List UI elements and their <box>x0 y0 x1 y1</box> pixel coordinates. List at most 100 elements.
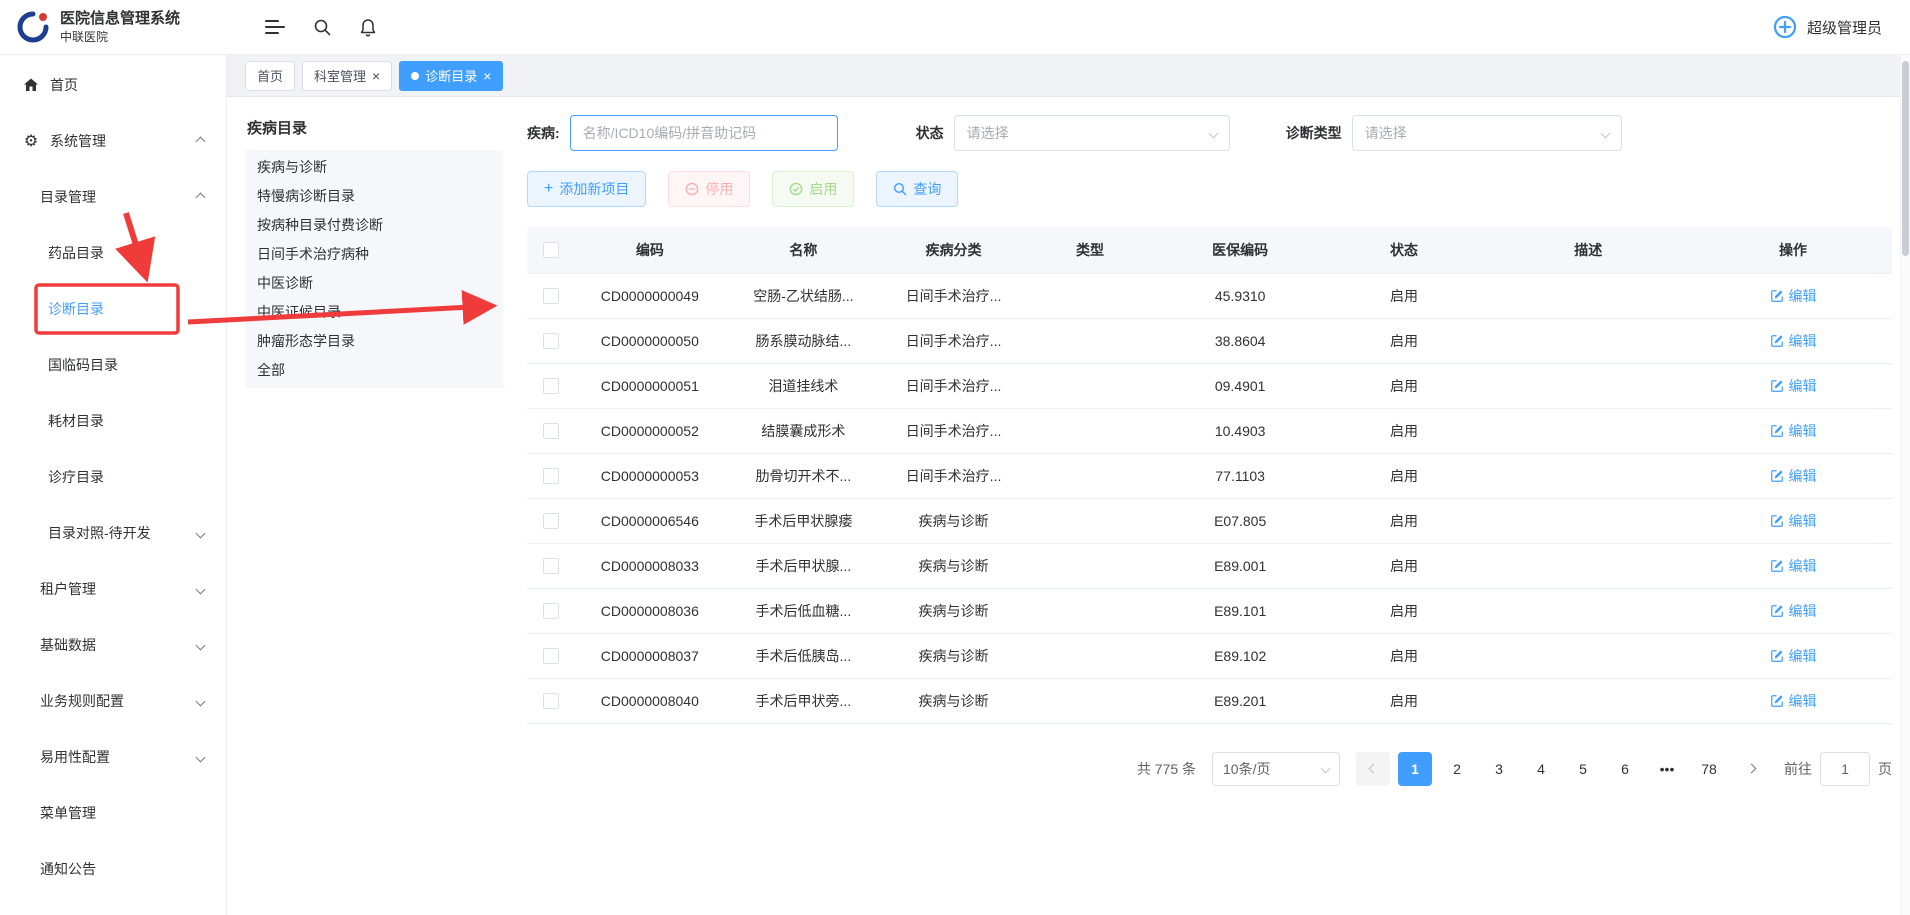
status-select[interactable]: 请选择 <box>954 115 1230 151</box>
menu-toggle-icon[interactable] <box>265 18 285 36</box>
edit-button[interactable]: 编辑 <box>1770 601 1817 621</box>
catalog-item[interactable]: 疾病与诊断 <box>245 153 503 182</box>
main-area: 首页 科室管理 × 诊断目录 × 疾病目录 疾病与诊断 特慢病诊断目录 按病种目… <box>227 55 1910 915</box>
select-all-checkbox[interactable] <box>543 242 559 258</box>
sidebar-item-home[interactable]: 首页 <box>0 57 226 113</box>
sidebar-item-label: 国临码目录 <box>48 355 118 375</box>
row-checkbox[interactable] <box>543 513 559 529</box>
disease-search-input[interactable] <box>570 115 838 151</box>
tab-diagnosis-catalog[interactable]: 诊断目录 × <box>399 61 503 91</box>
scrollbar-thumb[interactable] <box>1902 61 1909 256</box>
row-checkbox[interactable] <box>543 558 559 574</box>
row-checkbox[interactable] <box>543 693 559 709</box>
page-number-button[interactable]: 5 <box>1566 752 1600 786</box>
page-number-button[interactable]: 78 <box>1692 752 1726 786</box>
sidebar-item-tenant-management[interactable]: 租户管理 <box>0 561 226 617</box>
close-icon[interactable]: × <box>483 69 491 83</box>
table-row: CD0000000052结膜囊成形术日间手术治疗...10.4903启用编辑 <box>527 408 1892 453</box>
edit-button[interactable]: 编辑 <box>1770 691 1817 711</box>
table-row: CD0000000050肠系膜动脉结...日间手术治疗...38.8604启用编… <box>527 318 1892 363</box>
cell-status: 启用 <box>1325 453 1482 498</box>
prev-page-button[interactable] <box>1356 752 1390 786</box>
col-code: 编码 <box>575 227 725 273</box>
sidebar-item-label: 首页 <box>50 75 78 95</box>
catalog-item[interactable]: 按病种目录付费诊断 <box>245 211 503 240</box>
page-number-button[interactable]: 1 <box>1398 752 1432 786</box>
sidebar-item-catalog-mapping[interactable]: 目录对照-待开发 <box>0 505 226 561</box>
admin-menu[interactable]: 超级管理员 <box>1772 14 1882 40</box>
diagnosis-type-select[interactable]: 请选择 <box>1352 115 1622 151</box>
cell-code: CD0000000049 <box>575 273 725 318</box>
tab-department-management[interactable]: 科室管理 × <box>302 61 392 91</box>
edit-icon <box>1770 289 1784 303</box>
sidebar-item-label: 通知公告 <box>40 859 96 879</box>
row-checkbox[interactable] <box>543 378 559 394</box>
page-size-select[interactable]: 10条/页 <box>1212 752 1340 786</box>
sidebar-item-notice[interactable]: 通知公告 <box>0 841 226 897</box>
sidebar-item-label: 耗材目录 <box>48 411 104 431</box>
scrollbar-track[interactable] <box>1900 55 1910 915</box>
row-checkbox[interactable] <box>543 333 559 349</box>
sidebar-item-catalog-management[interactable]: 目录管理 <box>0 169 226 225</box>
bell-icon[interactable] <box>359 18 377 37</box>
sidebar-item-menu-management[interactable]: 菜单管理 <box>0 785 226 841</box>
tab-home[interactable]: 首页 <box>245 61 295 91</box>
edit-button[interactable]: 编辑 <box>1770 421 1817 441</box>
row-checkbox[interactable] <box>543 288 559 304</box>
sidebar-item-national-code-catalog[interactable]: 国临码目录 <box>0 337 226 393</box>
cell-insurance-code: 10.4903 <box>1155 408 1326 453</box>
next-page-button[interactable] <box>1734 752 1768 786</box>
sidebar-item-usability-config[interactable]: 易用性配置 <box>0 729 226 785</box>
cell-category: 疾病与诊断 <box>882 543 1025 588</box>
edit-button[interactable]: 编辑 <box>1770 511 1817 531</box>
query-button[interactable]: 查询 <box>876 171 958 207</box>
sidebar-item-drug-catalog[interactable]: 药品目录 <box>0 225 226 281</box>
sidebar-item-label: 基础数据 <box>40 635 96 655</box>
page-number-button[interactable]: 6 <box>1608 752 1642 786</box>
more-pages-button[interactable]: ••• <box>1650 752 1684 786</box>
cell-category: 疾病与诊断 <box>882 498 1025 543</box>
catalog-item[interactable]: 日间手术治疗病种 <box>245 240 503 269</box>
edit-button[interactable]: 编辑 <box>1770 556 1817 576</box>
add-item-button[interactable]: + 添加新项目 <box>527 171 646 207</box>
close-icon[interactable]: × <box>372 69 380 83</box>
enable-button[interactable]: 启用 <box>772 171 854 207</box>
catalog-item[interactable]: 肿瘤形态学目录 <box>245 327 503 356</box>
row-checkbox[interactable] <box>543 423 559 439</box>
row-checkbox[interactable] <box>543 603 559 619</box>
catalog-item[interactable]: 全部 <box>245 356 503 385</box>
edit-button[interactable]: 编辑 <box>1770 286 1817 306</box>
tab-bar: 首页 科室管理 × 诊断目录 × <box>227 55 1910 97</box>
page-number-button[interactable]: 3 <box>1482 752 1516 786</box>
page-number-button[interactable]: 2 <box>1440 752 1474 786</box>
sidebar-item-system-management[interactable]: ⚙ 系统管理 <box>0 113 226 169</box>
edit-button[interactable]: 编辑 <box>1770 331 1817 351</box>
edit-button[interactable]: 编辑 <box>1770 646 1817 666</box>
edit-button[interactable]: 编辑 <box>1770 466 1817 486</box>
sidebar-item-treatment-catalog[interactable]: 诊疗目录 <box>0 449 226 505</box>
search-icon[interactable] <box>313 18 331 36</box>
cell-code: CD0000000052 <box>575 408 725 453</box>
sidebar-item-diagnosis-catalog[interactable]: 诊断目录 <box>0 281 226 337</box>
page-number-button[interactable]: 4 <box>1524 752 1558 786</box>
goto-page-input[interactable] <box>1820 752 1870 786</box>
disable-button[interactable]: 停用 <box>668 171 750 207</box>
cell-name: 泪道挂线术 <box>725 363 882 408</box>
row-checkbox[interactable] <box>543 648 559 664</box>
catalog-item[interactable]: 中医诊断 <box>245 269 503 298</box>
work-area: 疾病: 状态 请选择 诊断类型 请选择 + 添加新项目 <box>527 113 1892 915</box>
row-select-cell <box>527 408 575 453</box>
sidebar-item-business-rules[interactable]: 业务规则配置 <box>0 673 226 729</box>
cell-type <box>1025 363 1155 408</box>
cell-description <box>1482 408 1694 453</box>
check-circle-icon <box>789 182 803 196</box>
edit-button[interactable]: 编辑 <box>1770 376 1817 396</box>
sidebar-item-label: 诊疗目录 <box>48 467 104 487</box>
panel-title: 疾病目录 <box>245 113 503 150</box>
sidebar-item-consumables-catalog[interactable]: 耗材目录 <box>0 393 226 449</box>
catalog-item[interactable]: 特慢病诊断目录 <box>245 182 503 211</box>
row-checkbox[interactable] <box>543 468 559 484</box>
catalog-item[interactable]: 中医证候目录 <box>245 298 503 327</box>
cell-action: 编辑 <box>1694 453 1892 498</box>
sidebar-item-basic-data[interactable]: 基础数据 <box>0 617 226 673</box>
